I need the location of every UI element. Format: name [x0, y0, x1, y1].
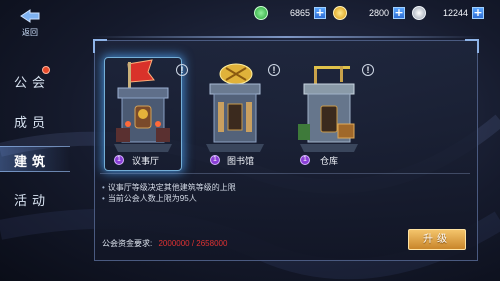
- upgrade-button[interactable]: 升级: [408, 229, 466, 250]
- warehouse-level-badge: 1: [300, 155, 310, 165]
- gem-count: 6865: [289, 8, 310, 18]
- back-button[interactable]: 返回: [16, 8, 44, 38]
- building-library[interactable]: [200, 58, 270, 158]
- notification-badge: [42, 66, 50, 74]
- council-hall-name: 议事厅: [132, 156, 160, 166]
- sidebar-item-label: 建筑: [14, 154, 51, 169]
- sidebar-item-members[interactable]: 成员: [0, 108, 70, 132]
- gold-coin-icon: [333, 6, 347, 20]
- panel-top-edge: [90, 36, 482, 38]
- warehouse-name: 仓库: [320, 156, 339, 166]
- detail-line: • 议事厅等级决定其他建筑等级的上限: [102, 183, 236, 192]
- sidebar-item-buildings[interactable]: 建筑: [0, 146, 70, 172]
- sidebar-item-label: 成员: [14, 115, 51, 130]
- silver-coin-icon: [412, 6, 426, 20]
- council-hall-icon: [114, 59, 172, 152]
- library-icon: [206, 63, 264, 152]
- warehouse-info-icon[interactable]: !: [362, 64, 374, 76]
- gold-count: 2800: [368, 8, 389, 18]
- warehouse-icon: [298, 66, 358, 152]
- funds-requirement-value: 2000000 / 2658000: [158, 239, 228, 248]
- add-gold-button[interactable]: +: [393, 7, 405, 19]
- back-arrow-icon: [20, 9, 40, 23]
- green-gem-icon: [254, 6, 268, 20]
- sidebar-item-events[interactable]: 活动: [0, 186, 70, 210]
- gold-resource: 2800 +: [333, 6, 405, 20]
- sidebar-item-label: 活动: [14, 193, 51, 208]
- sidebar-item-label: 公会: [14, 75, 51, 90]
- building-council-hall[interactable]: [108, 58, 178, 158]
- library-info-icon[interactable]: !: [268, 64, 280, 76]
- back-label: 返回: [22, 28, 38, 37]
- library-name: 图书馆: [227, 156, 255, 166]
- silver-count: 12244: [442, 8, 468, 18]
- funds-requirement: 公会资金要求: 2000000 / 2658000: [102, 238, 227, 249]
- sidebar-item-guild[interactable]: 公会: [0, 66, 70, 92]
- panel-divider: [100, 173, 470, 174]
- building-warehouse[interactable]: [294, 58, 364, 158]
- council-hall-level-badge: 1: [114, 155, 124, 165]
- detail-text: 当前公会人数上限为95人: [107, 194, 197, 203]
- funds-requirement-label: 公会资金要求:: [102, 239, 153, 248]
- gem-resource: 6865 +: [254, 6, 326, 20]
- detail-line: • 当前公会人数上限为95人: [102, 194, 197, 203]
- add-silver-button[interactable]: +: [472, 7, 484, 19]
- silver-resource: 12244 +: [412, 6, 484, 20]
- library-level-badge: 1: [210, 155, 220, 165]
- council-hall-info-icon[interactable]: !: [176, 64, 188, 76]
- add-gem-button[interactable]: +: [314, 7, 326, 19]
- detail-text: 议事厅等级决定其他建筑等级的上限: [107, 183, 236, 192]
